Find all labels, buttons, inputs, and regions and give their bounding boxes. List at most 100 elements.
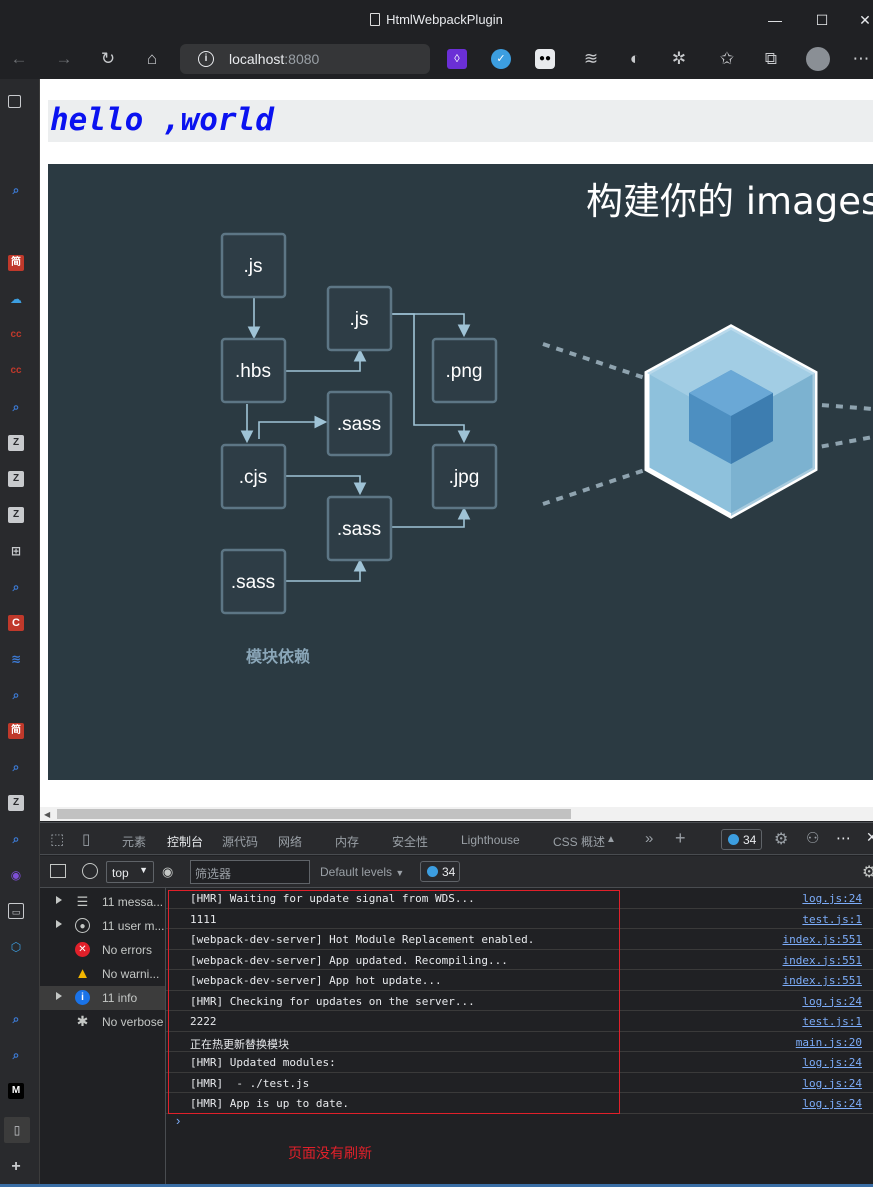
eye-icon[interactable]: ◉ (162, 864, 173, 880)
log-source-link[interactable]: log.js:24 (802, 1056, 862, 1069)
circle-app-icon[interactable]: ◉ (8, 867, 24, 883)
close-icon[interactable]: ✕ (855, 10, 873, 30)
extension-blue-icon[interactable]: ✓ (491, 49, 511, 69)
more-tabs-icon[interactable]: » (645, 830, 653, 847)
extension-blocked-icon[interactable]: ◐ (624, 48, 646, 70)
sidebar-item-user-messages[interactable]: ● 11 user m... (40, 914, 165, 938)
add-tab-icon[interactable]: + (675, 828, 686, 849)
log-source-link[interactable]: log.js:24 (802, 892, 862, 905)
issues-badge[interactable]: 34 (721, 829, 762, 850)
refresh-icon[interactable]: ↻ (97, 48, 119, 70)
search-icon-5[interactable]: ⌕ (8, 759, 24, 775)
tab-sources[interactable]: 源代码 (222, 833, 258, 850)
extensions-icon[interactable]: ✲ (668, 48, 690, 70)
minimize-icon[interactable]: — (765, 10, 785, 30)
extension-face-icon[interactable]: ●● (535, 49, 555, 69)
tab-console[interactable]: 控制台 (156, 833, 214, 860)
sidebar-item-verbose[interactable]: ✱ No verbose (40, 1010, 165, 1034)
log-source-link[interactable]: main.js:20 (796, 1036, 862, 1049)
add-icon[interactable]: + (8, 1159, 24, 1175)
jian-app-icon[interactable]: 简 (8, 255, 24, 271)
sidebar-item-info[interactable]: i 11 info (40, 986, 165, 1010)
console-settings-icon[interactable]: ⚙ (862, 862, 873, 882)
context-select[interactable]: top ▼ (106, 861, 154, 883)
layers-icon[interactable]: ≋ (8, 651, 24, 667)
log-source-link[interactable]: test.js:1 (802, 913, 862, 926)
log-source-link[interactable]: log.js:24 (802, 995, 862, 1008)
search-icon[interactable]: ⌕ (8, 182, 24, 198)
expand-icon[interactable] (56, 992, 62, 1000)
expand-icon[interactable] (56, 920, 62, 928)
scroll-left-icon[interactable]: ◀ (44, 810, 50, 819)
extension-purple-icon[interactable]: ◊ (447, 49, 467, 69)
search-icon-8[interactable]: ⌕ (8, 1047, 24, 1063)
page-app-icon[interactable]: ▯ (4, 1117, 30, 1143)
address-bar[interactable]: i localhost:8080 (180, 44, 430, 74)
avatar[interactable] (806, 47, 830, 71)
log-source-link[interactable]: log.js:24 (802, 1077, 862, 1090)
extension-wave-icon[interactable]: ≋ (580, 48, 602, 70)
horizontal-scrollbar[interactable]: ◀ (40, 807, 873, 821)
maximize-icon[interactable]: ☐ (812, 10, 832, 30)
more-menu-icon[interactable]: ⋯ (850, 48, 872, 70)
devtools-close-icon[interactable]: ✕ (866, 829, 873, 846)
expand-icon[interactable] (56, 896, 62, 904)
search-icon-4[interactable]: ⌕ (8, 687, 24, 703)
window-icon[interactable]: ▭ (8, 903, 24, 919)
forward-icon[interactable]: → (53, 48, 75, 70)
log-source-link[interactable]: test.js:1 (802, 1015, 862, 1028)
address-text[interactable]: localhost:8080 (229, 51, 319, 67)
jian-app-icon-2[interactable]: 简 (8, 723, 24, 739)
tab-actions-icon[interactable] (8, 95, 21, 108)
book-icon[interactable]: ⊞ (8, 543, 24, 559)
cc-icon[interactable]: cc (8, 327, 24, 343)
cloud-icon[interactable]: ☁ (8, 291, 24, 307)
clear-console-icon[interactable] (82, 863, 98, 879)
collections-icon[interactable]: ⧉ (760, 48, 782, 70)
tab-elements[interactable]: 元素 (122, 833, 146, 850)
app-icon-3[interactable]: Z (8, 507, 24, 523)
favorites-icon[interactable]: ✩ (716, 48, 738, 70)
tab-memory[interactable]: 内存 (335, 833, 359, 850)
log-source-link[interactable]: index.js:551 (783, 974, 862, 987)
tab-security[interactable]: 安全性 (392, 833, 428, 850)
hex-app-icon[interactable]: ⬡ (8, 939, 24, 955)
app-icon-4[interactable]: Z (8, 795, 24, 811)
app-icon-2[interactable]: Z (8, 471, 24, 487)
tab-css-overview[interactable]: CSS 概述 (553, 833, 605, 850)
tab-lighthouse[interactable]: Lighthouse (461, 833, 520, 847)
filter-input[interactable]: 筛选器 (190, 860, 310, 884)
scrollbar-thumb[interactable] (57, 809, 571, 819)
sidebar-item-warnings[interactable]: ▲ No warni... (40, 962, 165, 986)
highlight-annotation-box (168, 890, 620, 1114)
site-info-icon[interactable]: i (198, 51, 214, 67)
banner-caption: 模块依赖 (246, 647, 310, 666)
sidebar-item-errors[interactable]: ✕ No errors (40, 938, 165, 962)
customize-icon[interactable]: ⚇ (806, 829, 819, 847)
log-levels-dropdown[interactable]: Default levels ▼ (320, 865, 404, 879)
m-app-icon[interactable]: M (8, 1083, 24, 1099)
cc-icon-2[interactable]: cc (8, 363, 24, 379)
search-icon-2[interactable]: ⌕ (8, 399, 24, 415)
log-source-link[interactable]: index.js:551 (783, 933, 862, 946)
back-icon[interactable]: ← (8, 48, 30, 70)
app-icon[interactable]: Z (8, 435, 24, 451)
console-prompt-icon[interactable]: › (176, 1113, 180, 1128)
devtools-more-icon[interactable]: ⋯ (836, 829, 851, 847)
home-icon[interactable]: ⌂ (141, 48, 163, 70)
page-heading: hello ,world (50, 102, 274, 138)
inspect-icon[interactable]: ⬚ (50, 830, 64, 848)
log-source-link[interactable]: index.js:551 (783, 954, 862, 967)
settings-gear-icon[interactable]: ⚙ (774, 829, 788, 849)
search-icon-3[interactable]: ⌕ (8, 579, 24, 595)
console-issues-badge[interactable]: 34 (420, 861, 460, 882)
search-icon-6[interactable]: ⌕ (8, 831, 24, 847)
tab-network[interactable]: 网络 (278, 833, 302, 850)
sidebar-item-messages[interactable]: ☰ 11 messa... (40, 890, 165, 914)
c-app-icon[interactable]: C (8, 615, 24, 631)
node-label: .js (350, 309, 369, 330)
device-toggle-icon[interactable]: ▯ (82, 830, 90, 848)
search-icon-7[interactable]: ⌕ (8, 1011, 24, 1027)
sidebar-toggle-icon[interactable] (50, 864, 66, 878)
log-source-link[interactable]: log.js:24 (802, 1097, 862, 1110)
